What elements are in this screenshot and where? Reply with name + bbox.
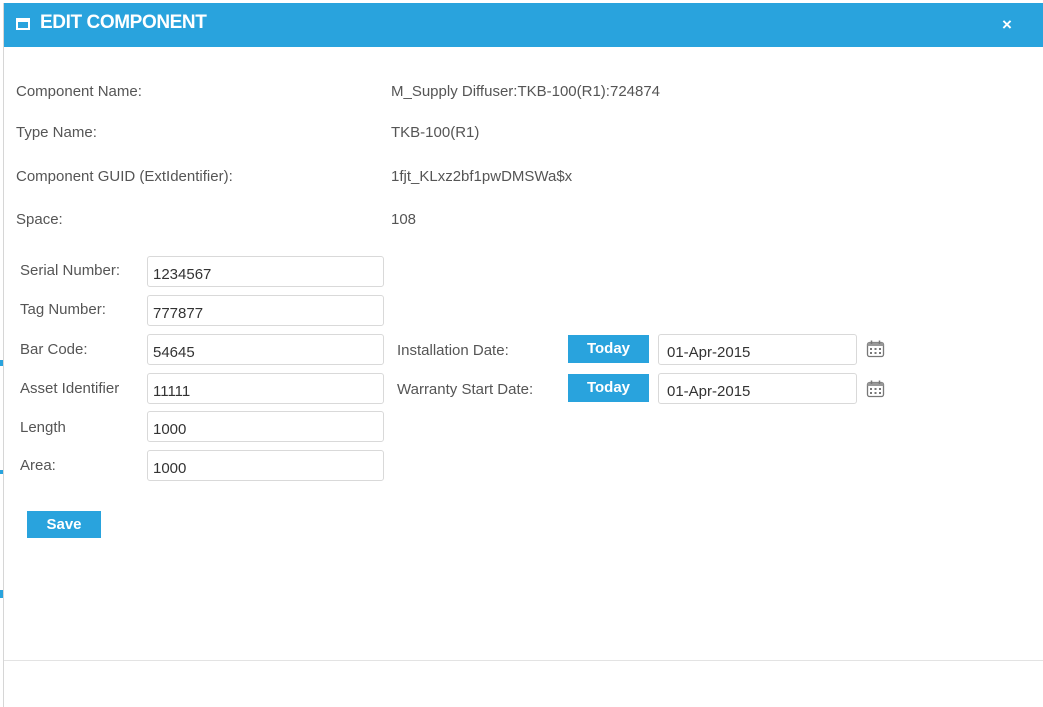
tag-number-label: Tag Number: xyxy=(20,301,106,318)
warranty-start-date-input[interactable] xyxy=(658,373,857,404)
guid-value: 1fjt_KLxz2bf1pwDMSWa$x xyxy=(391,168,573,185)
installation-today-button[interactable]: Today xyxy=(568,335,649,363)
dialog-title: EDIT COMPONENT xyxy=(40,12,207,33)
serial-number-input[interactable] xyxy=(147,256,384,287)
asset-identifier-input[interactable] xyxy=(147,373,384,404)
close-button[interactable]: × xyxy=(998,15,1016,35)
installation-date-label: Installation Date: xyxy=(397,342,509,359)
area-input[interactable] xyxy=(147,450,384,481)
warranty-start-date-label: Warranty Start Date: xyxy=(397,381,534,398)
dialog-titlebar: EDIT COMPONENT × xyxy=(4,3,1043,47)
length-label: Length xyxy=(20,419,66,436)
save-button[interactable]: Save xyxy=(27,511,101,538)
component-name-label: Component Name: xyxy=(16,83,142,100)
edit-component-dialog: EDIT COMPONENT × Component Name: M_Suppl… xyxy=(3,3,1043,707)
guid-label: Component GUID (ExtIdentifier): xyxy=(16,168,233,185)
bar-code-label: Bar Code: xyxy=(20,341,88,358)
serial-number-label: Serial Number: xyxy=(20,262,121,279)
tag-number-input[interactable] xyxy=(147,295,384,326)
type-name-label: Type Name: xyxy=(16,124,97,141)
warranty-today-button[interactable]: Today xyxy=(568,374,649,402)
calendar-icon[interactable] xyxy=(866,340,885,358)
installation-date-input[interactable] xyxy=(658,334,857,365)
asset-identifier-label: Asset Identifier xyxy=(20,380,120,397)
length-input[interactable] xyxy=(147,411,384,442)
component-name-value: M_Supply Diffuser:TKB-100(R1):724874 xyxy=(391,83,661,100)
footer-divider xyxy=(4,660,1043,661)
space-value: 108 xyxy=(391,211,417,228)
calendar-icon[interactable] xyxy=(866,380,885,398)
window-icon xyxy=(16,18,30,30)
space-label: Space: xyxy=(16,211,63,228)
type-name-value: TKB-100(R1) xyxy=(391,124,480,141)
bar-code-input[interactable] xyxy=(147,334,384,365)
area-label: Area: xyxy=(20,457,56,474)
